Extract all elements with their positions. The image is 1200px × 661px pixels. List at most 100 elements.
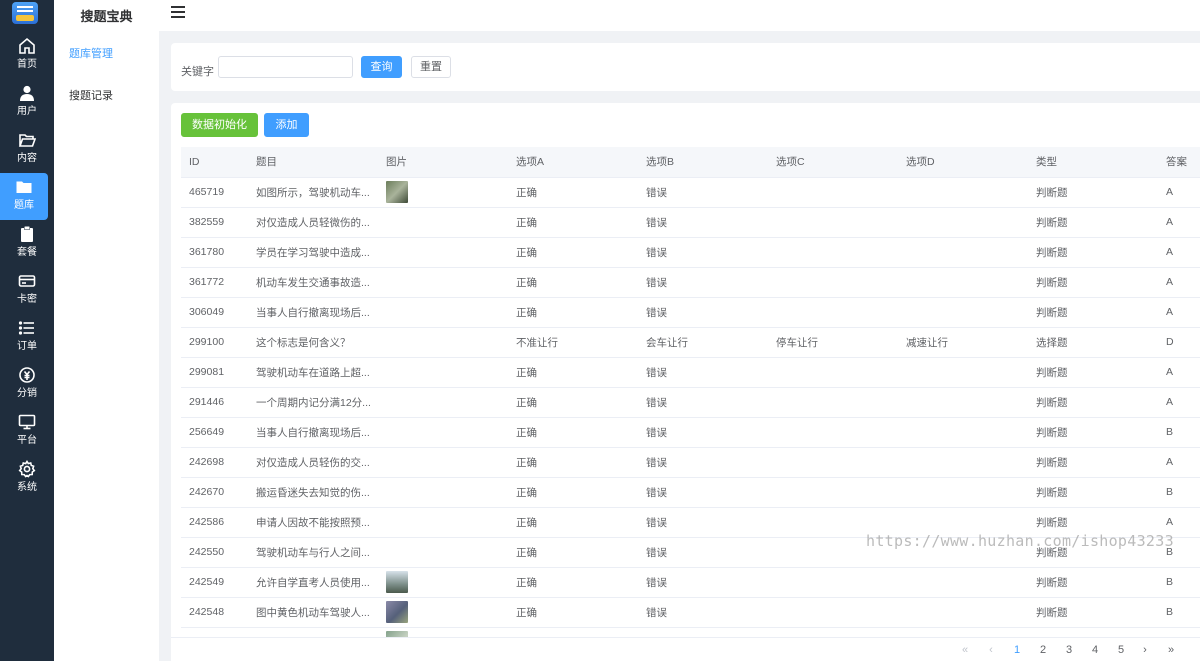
table-row[interactable]: 306049 当事人自行撤离现场后... 正确 错误 判断题 A [181,297,1200,328]
cell-answer: A [1158,297,1200,328]
cell-d [898,507,1028,538]
table-row[interactable]: 242549 允许自学直考人员使用... 正确 错误 判断题 B [181,567,1200,598]
table-row[interactable]: 465719 如图所示，驾驶机动车... 正确 错误 判断题 A [181,177,1200,208]
cell-image [378,597,508,628]
cell-answer: A [1158,237,1200,268]
cell-id: 291446 [181,387,248,418]
cell-title: 一个周期内记分满12分... [248,387,378,418]
cell-answer: A [1158,267,1200,298]
table-row[interactable]: 299100 这个标志是何含义？ 不准让行 会车让行 停车让行 减速让行 选择题 D [181,327,1200,358]
table-row[interactable]: 361772 机动车发生交通事故造... 正确 错误 判断题 A [181,267,1200,298]
cell-a: 正确 [508,297,638,328]
cell-type: 判断题 [1028,597,1158,628]
table-row[interactable]: 242698 对仅造成人员轻伤的交... 正确 错误 判断题 A [181,447,1200,478]
submenu-item-search-records[interactable]: 搜题记录 [69,87,113,103]
cell-answer: B [1158,417,1200,448]
cell-title: 当事人自行撤离现场后... [248,297,378,328]
hamburger-menu-icon[interactable] [171,6,185,20]
table-row[interactable]: 242550 驾驶机动车与行人之间... 正确 错误 判断题 B [181,537,1200,568]
first-page-button[interactable]: « [957,644,973,656]
keyword-label: 关键字 [181,66,214,78]
cell-id: 306049 [181,297,248,328]
data-init-button[interactable]: 数据初始化 [181,113,258,137]
question-thumbnail[interactable] [386,181,408,203]
user-icon [18,84,36,102]
cell-d [898,417,1028,448]
table-row[interactable]: 242586 申请人因故不能按照预... 正确 错误 判断题 A [181,507,1200,538]
cell-id: 361780 [181,237,248,268]
nav-item-3[interactable]: 题库 [0,173,48,220]
page-4-button[interactable]: 4 [1087,644,1103,656]
cell-type: 判断题 [1028,417,1158,448]
page-1-button[interactable]: 1 [1009,644,1025,656]
nav-item-8[interactable]: 平台 [0,408,54,455]
column-header: ID [181,147,248,178]
cell-d [898,567,1028,598]
keyword-input[interactable] [218,56,353,78]
cell-type: 判断题 [1028,237,1158,268]
next-page-button[interactable]: › [1137,644,1153,656]
cell-a: 正确 [508,447,638,478]
nav-item-label: 套餐 [17,247,37,258]
add-button[interactable]: 添加 [264,113,309,137]
cell-c [768,507,898,538]
table-row[interactable]: 256649 当事人自行撤离现场后... 正确 错误 判断题 B [181,417,1200,448]
page-3-button[interactable]: 3 [1061,644,1077,656]
table-row[interactable]: 382559 对仅造成人员轻微伤的... 正确 错误 判断题 A [181,207,1200,238]
cell-image [378,387,508,418]
nav-item-1[interactable]: 用户 [0,79,54,126]
prev-page-button[interactable]: ‹ [983,644,999,656]
cell-answer: A [1158,177,1200,208]
table-row[interactable]: 242548 图中黄色机动车驾驶人... 正确 错误 判断题 B [181,597,1200,628]
cell-type: 判断题 [1028,357,1158,388]
cell-b: 错误 [638,297,768,328]
question-thumbnail[interactable] [386,571,408,593]
nav-item-0[interactable]: 首页 [0,32,54,79]
table-row[interactable]: 299081 驾驶机动车在道路上超... 正确 错误 判断题 A [181,357,1200,388]
cell-a: 正确 [508,597,638,628]
column-header: 答案 [1158,147,1200,178]
nav-item-4[interactable]: 套餐 [0,220,54,267]
submenu-item-question-bank[interactable]: 题库管理 [69,45,113,61]
cell-c [768,177,898,208]
nav-item-9[interactable]: 系统 [0,455,54,502]
reset-button[interactable]: 重置 [411,56,451,78]
cell-d [898,297,1028,328]
cell-a: 正确 [508,177,638,208]
cell-answer: B [1158,477,1200,508]
table-row[interactable]: 242670 搬运昏迷失去知觉的伤... 正确 错误 判断题 B [181,477,1200,508]
page-5-button[interactable]: 5 [1113,644,1129,656]
cell-c [768,357,898,388]
cell-d [898,267,1028,298]
cell-answer: A [1158,447,1200,478]
nav-item-label: 内容 [17,153,37,164]
nav-item-7[interactable]: 分销 [0,361,54,408]
nav-item-5[interactable]: 卡密 [0,267,54,314]
cell-title: 机动车发生交通事故造... [248,267,378,298]
cell-title: 图中黄色机动车驾驶人... [248,597,378,628]
cell-id: 242698 [181,447,248,478]
query-button[interactable]: 查询 [361,56,402,78]
cell-id: 242549 [181,567,248,598]
last-page-button[interactable]: » [1163,644,1179,656]
cell-id: 299081 [181,357,248,388]
app-logo [12,2,38,24]
cell-a: 正确 [508,267,638,298]
table-row[interactable]: 291446 一个周期内记分满12分... 正确 错误 判断题 A [181,387,1200,418]
nav-item-6[interactable]: 订单 [0,314,54,361]
table-row[interactable]: 361780 学员在学习驾驶中造成... 正确 错误 判断题 A [181,237,1200,268]
cell-answer: A [1158,507,1200,538]
nav-item-label: 卡密 [17,294,37,305]
cell-answer: B [1158,567,1200,598]
cell-id: 382559 [181,207,248,238]
nav-item-2[interactable]: 内容 [0,126,54,173]
monitor-icon [18,413,36,431]
cell-answer: D [1158,327,1200,358]
cell-c [768,207,898,238]
question-thumbnail[interactable] [386,601,408,623]
page-2-button[interactable]: 2 [1035,644,1051,656]
cell-c [768,537,898,568]
folder-icon [15,178,33,196]
gear-icon [18,459,36,478]
cell-c [768,417,898,448]
